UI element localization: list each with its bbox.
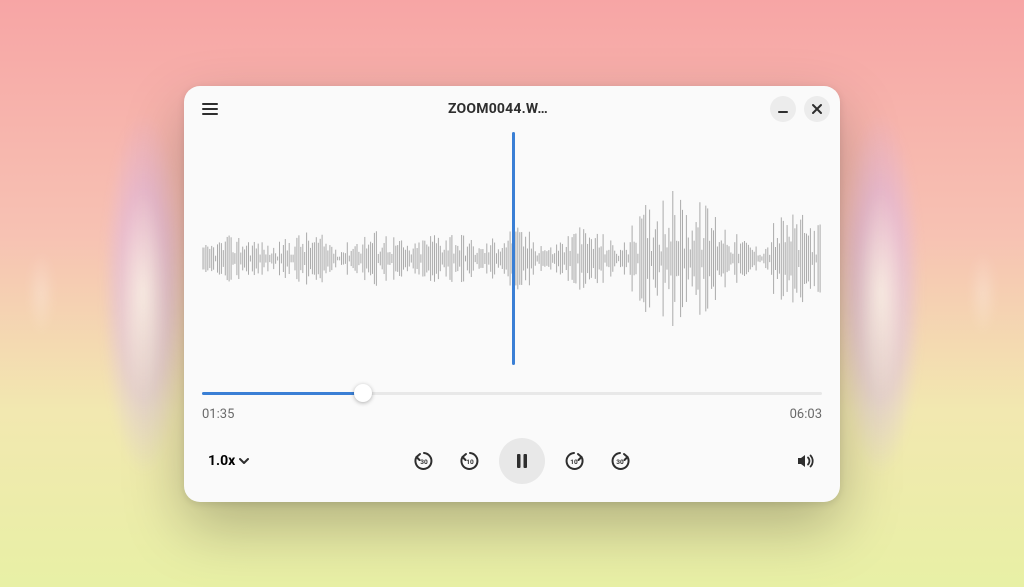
svg-text:30: 30 <box>420 458 428 466</box>
minimize-icon <box>777 103 789 115</box>
close-button[interactable] <box>804 96 830 122</box>
skip-back-10-icon: 10 <box>458 449 482 473</box>
slider-thumb[interactable] <box>354 384 372 402</box>
skip-forward-30-icon: 30 <box>608 449 632 473</box>
speed-label: 1.0x <box>208 453 235 469</box>
pause-icon <box>513 452 531 470</box>
skip-back-30-icon: 30 <box>412 449 436 473</box>
playhead-indicator <box>512 132 515 365</box>
close-icon <box>811 103 823 115</box>
waveform-display[interactable] <box>184 132 840 375</box>
chevron-down-icon <box>239 456 249 466</box>
progress-area: 01:35 06:03 <box>184 375 840 426</box>
elapsed-time: 01:35 <box>202 407 234 422</box>
skip-forward-30-button[interactable]: 30 <box>603 444 637 478</box>
minimize-button[interactable] <box>770 96 796 122</box>
progress-slider[interactable] <box>202 385 822 401</box>
total-duration: 06:03 <box>790 407 822 422</box>
volume-icon <box>795 451 815 471</box>
skip-forward-10-button[interactable]: 10 <box>557 444 591 478</box>
playback-speed-button[interactable]: 1.0x <box>202 449 255 473</box>
controls-row: 1.0x 30 10 <box>184 426 840 502</box>
svg-text:10: 10 <box>466 458 474 466</box>
window-title: ZOOM0044.W… <box>234 101 762 117</box>
titlebar: ZOOM0044.W… <box>184 86 840 132</box>
skip-back-30-button[interactable]: 30 <box>407 444 441 478</box>
svg-text:10: 10 <box>570 458 578 466</box>
menu-button[interactable] <box>194 93 226 125</box>
time-labels: 01:35 06:03 <box>202 407 822 422</box>
volume-button[interactable] <box>788 444 822 478</box>
skip-forward-10-icon: 10 <box>562 449 586 473</box>
audio-player-window: ZOOM0044.W… 01:35 06:03 <box>184 86 840 502</box>
hamburger-icon <box>201 100 219 118</box>
svg-text:30: 30 <box>616 458 624 466</box>
skip-back-10-button[interactable]: 10 <box>453 444 487 478</box>
pause-button[interactable] <box>499 438 545 484</box>
transport-controls: 30 10 10 <box>407 438 637 484</box>
